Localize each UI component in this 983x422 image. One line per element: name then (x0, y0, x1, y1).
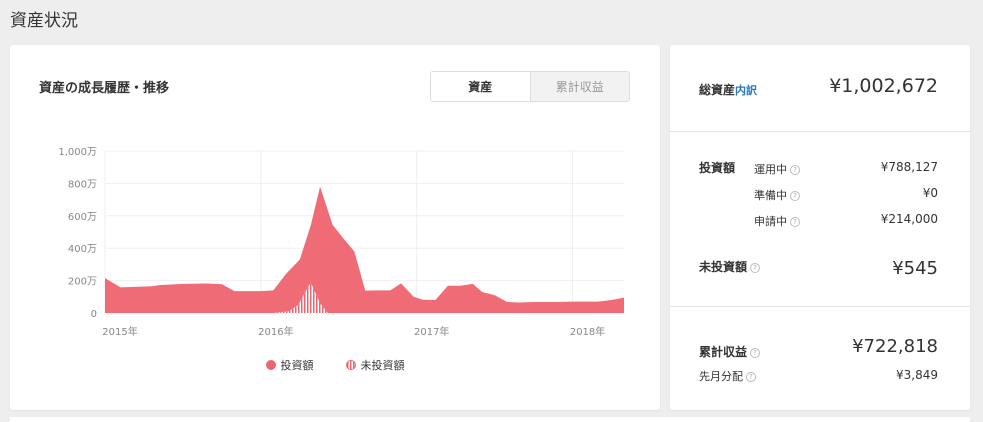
help-icon[interactable]: ? (750, 347, 761, 358)
help-icon[interactable]: ? (746, 372, 756, 382)
help-icon[interactable]: ? (790, 165, 800, 175)
legend-uninvested-label: 未投資額 (360, 359, 405, 372)
legend-invested-swatch (265, 360, 276, 370)
last-month-distribution-label: 先月分配? (699, 368, 756, 384)
uninvested-amount-label-text: 未投資額 (699, 260, 748, 274)
uninvested-amount-label: 未投資額? (699, 258, 761, 275)
x-tick-label: 2018年 (570, 325, 605, 338)
preparing-label: 準備中? (754, 187, 800, 203)
preparing-value: ¥0 (922, 186, 938, 200)
y-tick-label: 0 (91, 309, 97, 320)
in-operation-label-text: 運用中 (754, 163, 787, 176)
y-tick-label: 400万 (68, 244, 97, 255)
in-operation-label: 運用中? (754, 161, 800, 177)
help-icon[interactable]: ? (750, 262, 761, 273)
invested-area (105, 186, 624, 313)
last-month-distribution-value: ¥3,849 (896, 368, 938, 382)
total-assets-label: 総資産内訳 (699, 81, 757, 98)
legend-invested-label: 投資額 (280, 359, 314, 372)
help-icon[interactable]: ? (790, 217, 800, 227)
asset-history-chart: 0 200万 400万 600万 800万 1,000万 2015年 2016年 2017年 20… (58, 147, 624, 338)
x-tick-label: 2016年 (258, 325, 293, 338)
in-operation-value: ¥788,127 (880, 160, 938, 174)
cumulative-earnings-value: ¥722,818 (852, 336, 938, 357)
total-assets-value: ¥1,002,672 (829, 75, 938, 97)
x-tick-label: 2015年 (102, 325, 137, 338)
last-month-distribution-label-text: 先月分配 (699, 370, 743, 383)
applying-value: ¥214,000 (880, 212, 938, 226)
y-tick-label: 1,000万 (58, 147, 97, 158)
cumulative-earnings-label: 累計収益? (699, 343, 761, 360)
help-icon[interactable]: ? (790, 191, 800, 201)
breakdown-link[interactable]: 内訳 (735, 84, 757, 97)
asset-summary-card: 総資産内訳 ¥1,002,672 投資額 運用中? ¥788,127 準備中? … (670, 45, 970, 410)
total-assets-label-text: 総資産 (699, 83, 736, 97)
x-tick-label: 2017年 (414, 325, 449, 338)
divider (670, 131, 970, 132)
asset-history-card: 資産の成長履歴・推移 資産 累計収益 0 200万 400万 600万 800万 1,00… (10, 45, 660, 410)
chart-legend: 投資額 未投資額 (10, 357, 660, 373)
preparing-label-text: 準備中 (754, 189, 787, 202)
cumulative-earnings-label-text: 累計収益 (699, 345, 748, 359)
uninvested-amount-value: ¥545 (892, 258, 938, 279)
legend-invested[interactable]: 投資額 (265, 357, 314, 373)
y-tick-label: 800万 (68, 179, 97, 190)
page-title: 資産状況 (10, 11, 78, 31)
y-tick-label: 200万 (68, 277, 97, 288)
next-card-edge (10, 417, 970, 422)
y-tick-label: 600万 (68, 212, 97, 223)
divider (670, 306, 970, 307)
legend-uninvested-swatch (345, 360, 356, 370)
applying-label-text: 申請中 (754, 215, 787, 228)
applying-label: 申請中? (754, 213, 800, 229)
legend-uninvested[interactable]: 未投資額 (345, 357, 405, 373)
invested-amount-label: 投資額 (699, 161, 736, 175)
